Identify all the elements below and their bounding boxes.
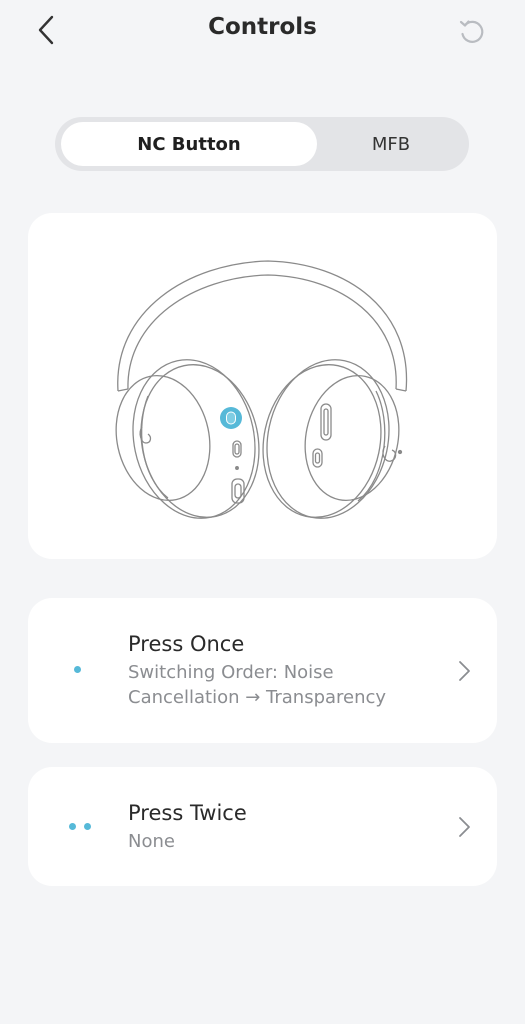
press-twice-subtitle: None <box>128 831 175 852</box>
press-twice-card[interactable]: Press Twice None <box>28 767 497 886</box>
header: Controls <box>0 0 525 62</box>
single-dot-icon <box>74 666 81 673</box>
chevron-right-icon <box>459 661 470 681</box>
tab-nc-button[interactable]: NC Button <box>61 122 317 166</box>
page-title: Controls <box>208 14 317 40</box>
press-once-subtitle: Switching Order: Noise Cancellation → Tr… <box>128 662 387 708</box>
tab-mfb[interactable]: MFB <box>317 122 465 166</box>
reset-icon <box>459 20 484 43</box>
press-twice-title: Press Twice <box>128 801 247 825</box>
chevron-right-icon <box>459 817 470 837</box>
headphones-illustration <box>115 260 408 519</box>
press-once-title: Press Once <box>128 632 245 656</box>
double-dot-icon <box>69 823 76 830</box>
button-selector: NC Button MFB <box>55 117 469 171</box>
press-once-card[interactable]: Press Once Switching Order: Noise Cancel… <box>28 598 497 743</box>
headphones-illustration-card <box>28 213 497 559</box>
reset-button[interactable] <box>452 12 492 52</box>
controls-screen: Controls NC Button MFB Press Once Switch… <box>0 0 525 1024</box>
double-dot-icon <box>84 823 91 830</box>
